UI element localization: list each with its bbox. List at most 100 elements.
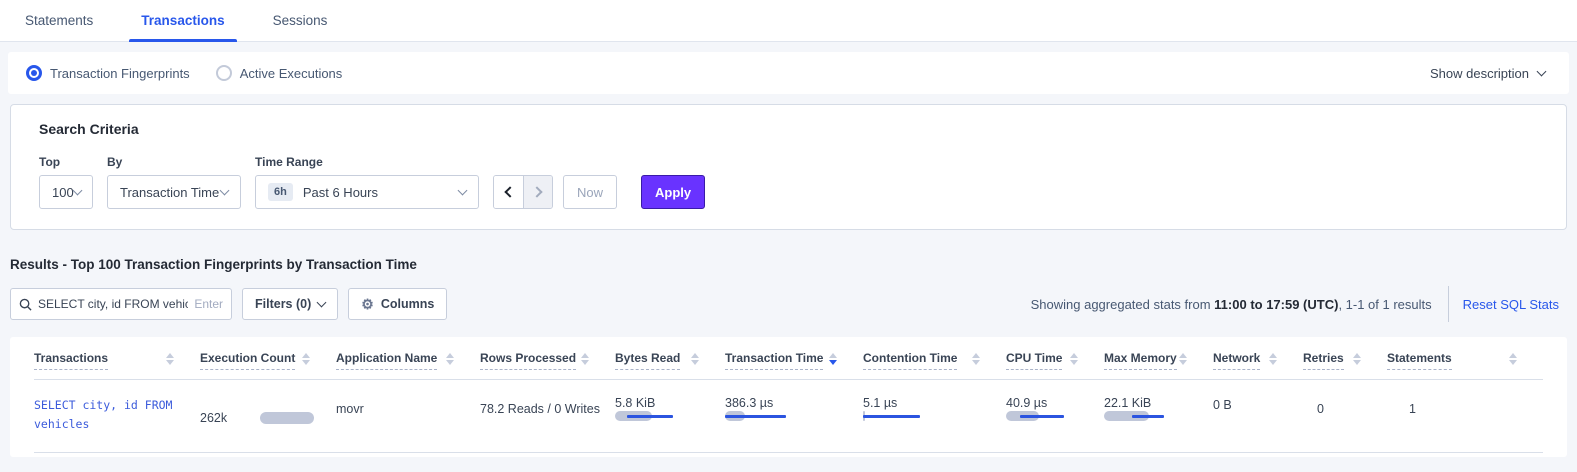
time-range-value: Past 6 Hours: [303, 185, 378, 200]
sort-icon[interactable]: [446, 353, 454, 365]
radio-active-executions[interactable]: Active Executions: [216, 65, 343, 81]
tab-statements[interactable]: Statements: [13, 0, 105, 41]
cell-rows-processed: 78.2 Reads / 0 Writes: [480, 396, 615, 434]
time-range-field: Time Range 6h Past 6 Hours: [255, 155, 479, 209]
column-label: Rows Processed: [480, 351, 576, 370]
column-label: Statements: [1387, 351, 1452, 370]
top-label: Top: [39, 155, 93, 169]
apply-button[interactable]: Apply: [641, 175, 705, 209]
column-header-transaction-time[interactable]: Transaction Time: [725, 351, 863, 370]
by-field: By Transaction Time: [107, 155, 241, 209]
search-input[interactable]: SELECT city, id FROM vehicles W Enter: [10, 288, 232, 320]
contention-time-value: 5.1 µs: [863, 396, 1006, 410]
cell-contention-time: 5.1 µs: [863, 396, 1006, 434]
chevron-down-icon: [458, 186, 468, 196]
view-toggle-band: Transaction Fingerprints Active Executio…: [8, 52, 1569, 94]
time-nav-group: [493, 175, 553, 209]
results-toolbar: SELECT city, id FROM vehicles W Enter Fi…: [10, 288, 1567, 320]
reset-sql-stats-link[interactable]: Reset SQL Stats: [1463, 297, 1559, 312]
columns-label: Columns: [381, 297, 434, 311]
cell-max-memory: 22.1 KiB: [1104, 396, 1213, 434]
chevron-down-icon: [220, 186, 230, 196]
search-criteria-panel: Search Criteria Top 100 By Transaction T…: [10, 104, 1567, 230]
search-value: SELECT city, id FROM vehicles W: [38, 297, 188, 311]
column-header-retries[interactable]: Retries: [1303, 351, 1387, 370]
column-label: Retries: [1303, 351, 1344, 370]
radio-selected-icon: [26, 65, 42, 81]
column-label: Transactions: [34, 351, 108, 370]
page-tabs: Statements Transactions Sessions: [0, 0, 1577, 42]
cpu-time-value: 40.9 µs: [1006, 396, 1104, 410]
stats-suffix: , 1-1 of 1 results: [1338, 297, 1431, 312]
divider: [1448, 286, 1449, 322]
sort-icon[interactable]: [581, 353, 589, 365]
cell-retries: 0: [1303, 396, 1387, 434]
column-label: Bytes Read: [615, 351, 680, 370]
radio-label: Active Executions: [240, 66, 343, 81]
sort-icon[interactable]: [972, 353, 980, 365]
sort-icon[interactable]: [691, 353, 699, 365]
sort-icon[interactable]: [166, 353, 174, 365]
search-icon: [19, 298, 32, 311]
transaction-time-value: 386.3 µs: [725, 396, 863, 410]
sort-icon[interactable]: [1179, 353, 1187, 365]
cell-application-name: movr: [336, 396, 480, 434]
column-header-bytes-read[interactable]: Bytes Read: [615, 351, 725, 370]
by-select[interactable]: Transaction Time: [107, 175, 241, 209]
sort-desc-icon[interactable]: [829, 353, 837, 365]
time-prev-button[interactable]: [494, 176, 523, 208]
cell-bytes-read: 5.8 KiB: [615, 396, 725, 434]
tab-sessions[interactable]: Sessions: [261, 0, 340, 41]
column-header-network[interactable]: Network: [1213, 351, 1303, 370]
bytes-read-value: 5.8 KiB: [615, 396, 725, 410]
chevron-down-icon: [72, 186, 82, 196]
time-range-label: Time Range: [255, 155, 479, 169]
column-header-rows-processed[interactable]: Rows Processed: [480, 351, 615, 370]
sort-icon[interactable]: [302, 353, 310, 365]
column-label: Max Memory: [1104, 351, 1177, 370]
column-header-application-name[interactable]: Application Name: [336, 351, 480, 370]
column-header-transactions[interactable]: Transactions: [34, 351, 200, 370]
table-row: SELECT city, id FROM vehicles 262k movr …: [34, 380, 1543, 453]
tab-transactions[interactable]: Transactions: [129, 0, 236, 41]
column-header-cpu-time[interactable]: CPU Time: [1006, 351, 1104, 370]
column-label: Contention Time: [863, 351, 957, 370]
cell-network: 0 B: [1213, 396, 1303, 434]
show-description-label: Show description: [1430, 66, 1529, 81]
time-next-button[interactable]: [523, 176, 552, 208]
show-description-toggle[interactable]: Show description: [1430, 66, 1551, 81]
column-header-statements[interactable]: Statements: [1387, 351, 1543, 370]
stats-range: 11:00 to 17:59 (UTC): [1214, 297, 1338, 312]
column-header-contention-time[interactable]: Contention Time: [863, 351, 1006, 370]
column-label: Network: [1213, 351, 1260, 370]
top-select[interactable]: 100: [39, 175, 93, 209]
column-label: Application Name: [336, 351, 437, 370]
column-label: CPU Time: [1006, 351, 1062, 370]
radio-unselected-icon: [216, 65, 232, 81]
filters-button[interactable]: Filters (0): [242, 288, 338, 320]
top-field: Top 100: [39, 155, 93, 209]
column-label: Transaction Time: [725, 351, 823, 370]
sort-icon[interactable]: [1070, 353, 1078, 365]
sort-icon[interactable]: [1509, 353, 1517, 365]
search-enter-hint: Enter: [194, 297, 223, 311]
by-label: By: [107, 155, 241, 169]
results-heading: Results - Top 100 Transaction Fingerprin…: [10, 257, 1577, 272]
time-range-select[interactable]: 6h Past 6 Hours: [255, 175, 479, 209]
by-value: Transaction Time: [120, 185, 219, 200]
column-header-max-memory[interactable]: Max Memory: [1104, 351, 1213, 370]
now-button[interactable]: Now: [563, 175, 617, 209]
cell-transaction-time: 386.3 µs: [725, 396, 863, 434]
sort-icon[interactable]: [1353, 353, 1361, 365]
sort-icon[interactable]: [1269, 353, 1277, 365]
table-header-row: Transactions Execution Count Application…: [34, 337, 1543, 380]
execution-count-value: 262k: [200, 411, 244, 425]
aggregated-stats-text: Showing aggregated stats from 11:00 to 1…: [1031, 297, 1432, 312]
radio-transaction-fingerprints[interactable]: Transaction Fingerprints: [26, 65, 190, 81]
search-criteria-title: Search Criteria: [39, 121, 1538, 137]
transaction-fingerprint-link[interactable]: SELECT city, id FROM vehicles: [34, 398, 172, 431]
cell-cpu-time: 40.9 µs: [1006, 396, 1104, 434]
column-header-execution-count[interactable]: Execution Count: [200, 351, 336, 370]
gear-icon: ⚙: [361, 297, 374, 311]
columns-button[interactable]: ⚙ Columns: [348, 288, 447, 320]
